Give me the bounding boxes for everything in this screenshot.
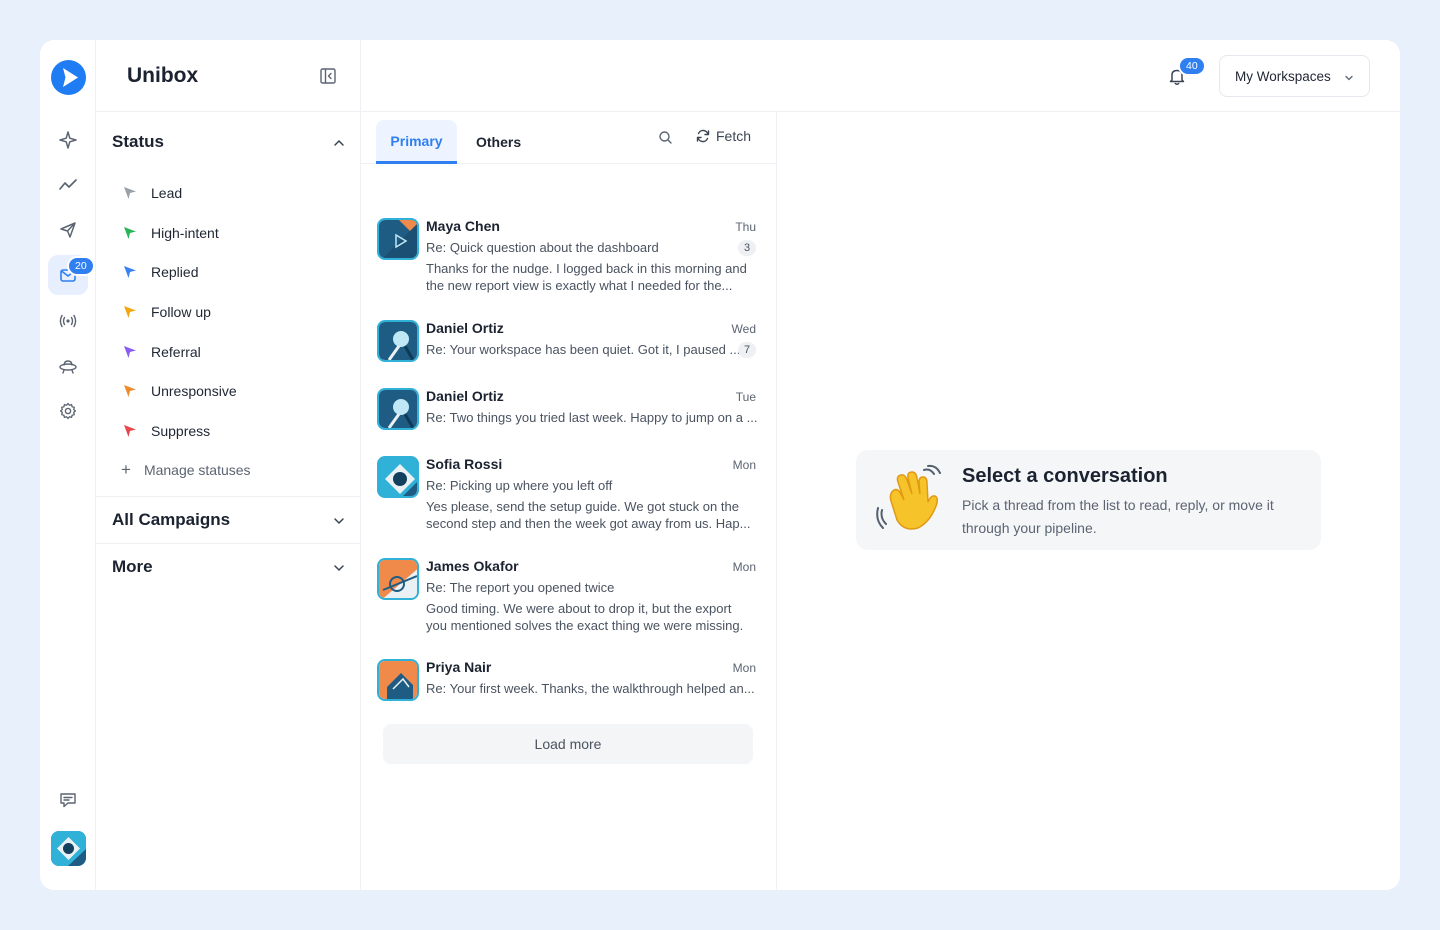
campaigns-section-header[interactable]: All Campaigns [96,497,360,543]
side-panel: Unibox Status Lead High-intent Replied F… [96,40,361,890]
flag-icon [124,186,136,199]
workspace-select[interactable]: My Workspaces [1219,55,1370,97]
chevron-down-icon [1345,75,1353,81]
avatar [377,320,419,362]
waving-hand-icon [876,464,941,530]
avatar [377,388,419,430]
tabs: Primary Others Fetch [361,112,776,164]
search-icon[interactable] [658,130,673,145]
thread-preview: Thanks for the nudge. I logged back in t… [426,261,747,293]
plus-icon: + [121,459,131,479]
status-label: High-intent [151,224,219,241]
send-icon[interactable] [48,210,88,250]
more-title: More [112,556,153,576]
tab-primary[interactable]: Primary [376,120,457,164]
thread-date: Mon [732,661,756,675]
thread-list-panel: Primary Others Fetch Maya Chen Thu Re: Q… [361,112,777,890]
ufo-icon[interactable] [48,346,88,386]
chevron-down-icon [334,565,344,571]
thread-sender: Daniel Ortiz [426,320,504,336]
thread-count-badge: 3 [738,240,756,256]
thread-count-badge: 7 [738,342,756,358]
flag-icon [124,385,136,398]
load-more-button[interactable]: Load more [383,724,753,764]
thread-subject: Re: Quick question about the dashboard [426,240,659,255]
feedback-icon[interactable] [48,780,88,820]
gear-icon[interactable] [48,391,88,431]
chevron-up-icon [334,139,344,146]
fetch-label: Fetch [716,128,752,144]
thread-date: Tue [735,390,756,404]
tab-others[interactable]: Others [461,120,536,164]
flag-icon [124,305,136,318]
chevron-down-icon [334,518,344,524]
thread-preview: Yes please, send the setup guide. We got… [426,499,751,531]
thread-subject: Re: Picking up where you left off [426,478,613,493]
app-window: 20 Unibox Status Lead High-intent Replie… [40,40,1400,890]
inbox-badge: 20 [67,256,95,276]
workspace-label: My Workspaces [1235,68,1331,84]
avatar [377,659,419,701]
status-label: Lead [151,184,183,201]
thread-subject: Re: Your first week. Thanks, the walkthr… [426,681,755,696]
thread-date: Thu [735,220,756,234]
thread-date: Mon [732,560,756,574]
broadcast-icon[interactable] [48,301,88,341]
empty-state-text: Pick a thread from the list to read, rep… [962,497,1274,536]
thread-sender: Maya Chen [426,218,500,234]
thread-subject: Re: Two things you tried last week. Happ… [426,410,758,425]
status-item-replied[interactable]: Replied [96,252,360,292]
thread-sender: Daniel Ortiz [426,388,504,404]
notification-badge: 40 [1178,56,1206,76]
status-label: Unresponsive [151,383,237,400]
manage-statuses-label: Manage statuses [143,461,251,478]
status-item-referral[interactable]: Referral [96,332,360,372]
topbar: 40 My Workspaces [361,40,1400,112]
manage-statuses-button[interactable]: + Manage statuses [96,451,360,489]
status-item-suppress[interactable]: Suppress [96,411,360,451]
status-list: Lead High-intent Replied Follow up Refer… [96,165,360,489]
flag-icon [124,424,136,437]
refresh-icon [696,129,710,143]
thread-sender: Priya Nair [426,659,492,675]
status-title: Status [112,132,164,151]
side-header: Unibox [96,40,360,112]
flag-icon [124,345,136,358]
avatar [377,558,419,600]
thread-subject: Re: Your workspace has been quiet. Got i… [426,342,741,357]
thread-subject: Re: The report you opened twice [426,580,615,595]
status-label: Suppress [151,422,211,439]
status-label: Referral [151,343,201,360]
empty-state-title: Select a conversation [962,465,1168,487]
thread-sender: James Okafor [426,558,519,574]
flag-icon [124,226,136,239]
thread-date: Wed [731,322,756,336]
sparkle-icon[interactable] [48,120,88,160]
status-item-follow-up[interactable]: Follow up [96,292,360,332]
avatar [377,218,419,260]
app-title: Unibox [127,64,199,87]
analytics-icon[interactable] [48,165,88,205]
avatar [377,456,419,498]
thread-date: Mon [732,458,756,472]
status-label: Replied [151,264,199,281]
user-avatar[interactable] [51,831,86,866]
empty-state-card: Select a conversation Pick a thread from… [856,450,1321,550]
nav-rail: 20 [40,40,96,890]
thread-sender: Sofia Rossi [426,456,503,472]
fetch-button[interactable]: Fetch [696,128,751,144]
collapse-sidebar-icon[interactable] [318,66,338,86]
status-section-header[interactable]: Status [96,119,360,165]
status-item-high-intent[interactable]: High-intent [96,213,360,253]
thread-preview: Good timing. We were about to drop it, b… [426,601,744,633]
logo-icon[interactable] [51,60,86,95]
status-label: Follow up [151,303,211,320]
more-section-header[interactable]: More [96,544,360,590]
status-item-unresponsive[interactable]: Unresponsive [96,371,360,411]
flag-icon [124,266,136,279]
campaigns-title: All Campaigns [112,509,231,529]
status-item-lead[interactable]: Lead [96,173,360,213]
